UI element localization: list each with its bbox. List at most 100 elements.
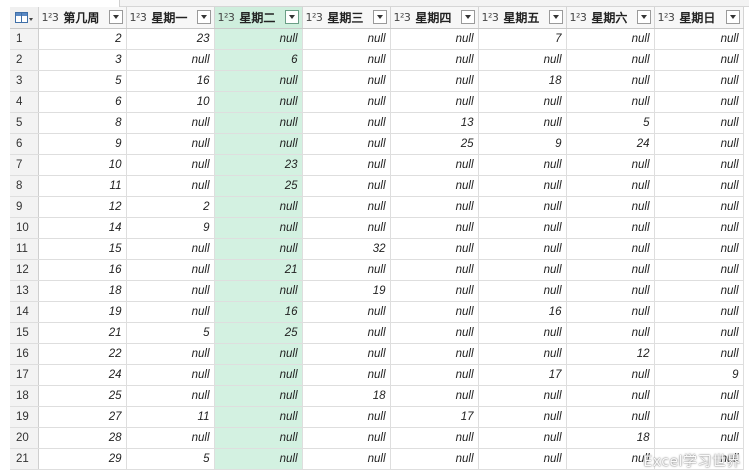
table-cell[interactable]: null (214, 112, 303, 134)
table-cell[interactable]: null (214, 70, 303, 92)
table-cell[interactable]: null (302, 112, 391, 134)
row-number[interactable]: 13 (10, 280, 39, 302)
table-cell[interactable]: 3 (38, 49, 127, 71)
table-cell[interactable]: null (302, 28, 391, 50)
table-cell[interactable]: null (478, 49, 567, 71)
table-cell[interactable]: null (214, 427, 303, 449)
table-cell[interactable]: 27 (38, 406, 127, 428)
table-cell[interactable]: null (654, 133, 744, 155)
table-cell[interactable]: null (566, 49, 655, 71)
table-cell[interactable]: null (478, 238, 567, 260)
row-number[interactable]: 3 (10, 70, 39, 92)
table-cell[interactable]: 6 (38, 91, 127, 113)
filter-dropdown-button[interactable] (548, 10, 563, 24)
table-cell[interactable]: 9 (126, 217, 215, 239)
column-header-1[interactable]: 1²3 第几周 (38, 7, 127, 29)
table-cell[interactable]: 10 (126, 91, 215, 113)
table-cell[interactable]: 19 (302, 280, 391, 302)
column-header-3[interactable]: 1²3 星期二 (214, 7, 303, 29)
table-cell[interactable]: 23 (214, 154, 303, 176)
column-header-4[interactable]: 1²3 星期三 (302, 7, 391, 29)
table-cell[interactable]: null (390, 49, 479, 71)
table-cell[interactable]: null (390, 91, 479, 113)
table-cell[interactable]: 8 (38, 112, 127, 134)
table-cell[interactable]: null (654, 427, 744, 449)
table-cell[interactable]: null (214, 28, 303, 50)
table-cell[interactable]: 25 (38, 385, 127, 407)
table-cell[interactable]: null (302, 448, 391, 470)
table-cell[interactable]: null (126, 280, 215, 302)
table-cell[interactable]: 10 (38, 154, 127, 176)
table-cell[interactable]: null (654, 448, 744, 470)
table-cell[interactable]: null (390, 238, 479, 260)
table-cell[interactable]: 24 (38, 364, 127, 386)
table-cell[interactable]: null (302, 301, 391, 323)
table-cell[interactable]: null (478, 259, 567, 281)
table-cell[interactable]: null (214, 448, 303, 470)
table-cell[interactable]: null (654, 28, 744, 50)
table-cell[interactable]: 2 (38, 28, 127, 50)
table-cell[interactable]: null (478, 427, 567, 449)
table-cell[interactable]: null (390, 427, 479, 449)
table-cell[interactable]: null (390, 385, 479, 407)
table-cell[interactable]: 16 (478, 301, 567, 323)
filter-dropdown-button[interactable] (636, 10, 651, 24)
table-cell[interactable]: null (302, 217, 391, 239)
filter-dropdown-button[interactable] (372, 10, 387, 24)
row-number[interactable]: 8 (10, 175, 39, 197)
table-cell[interactable]: null (654, 301, 744, 323)
table-cell[interactable]: null (478, 448, 567, 470)
table-cell[interactable]: 5 (126, 322, 215, 344)
table-cell[interactable]: null (566, 91, 655, 113)
table-cell[interactable]: null (302, 322, 391, 344)
table-cell[interactable]: null (390, 343, 479, 365)
number-type-icon[interactable]: 1²3 (658, 11, 675, 24)
table-cell[interactable]: null (478, 385, 567, 407)
row-number[interactable]: 12 (10, 259, 39, 281)
table-cell[interactable]: null (214, 280, 303, 302)
table-cell[interactable]: 25 (214, 175, 303, 197)
table-cell[interactable]: null (566, 448, 655, 470)
row-number[interactable]: 16 (10, 343, 39, 365)
table-cell[interactable]: null (302, 343, 391, 365)
table-cell[interactable]: 2 (126, 196, 215, 218)
row-number[interactable]: 4 (10, 91, 39, 113)
table-cell[interactable]: null (566, 196, 655, 218)
column-header-7[interactable]: 1²3 星期六 (566, 7, 655, 29)
table-cell[interactable]: null (302, 406, 391, 428)
table-cell[interactable]: 9 (478, 133, 567, 155)
table-cell[interactable]: null (390, 364, 479, 386)
table-cell[interactable]: null (654, 406, 744, 428)
row-number[interactable]: 18 (10, 385, 39, 407)
column-header-8[interactable]: 1²3 星期日 (654, 7, 744, 29)
table-cell[interactable]: 25 (214, 322, 303, 344)
table-cell[interactable]: 29 (38, 448, 127, 470)
filter-dropdown-button[interactable] (725, 10, 740, 24)
table-cell[interactable]: null (302, 196, 391, 218)
table-cell[interactable]: null (566, 406, 655, 428)
table-cell[interactable]: null (566, 259, 655, 281)
table-cell[interactable]: 6 (214, 49, 303, 71)
table-cell[interactable]: null (302, 364, 391, 386)
table-cell[interactable]: 18 (478, 70, 567, 92)
table-cell[interactable]: 19 (38, 301, 127, 323)
table-cell[interactable]: 25 (390, 133, 479, 155)
table-cell[interactable]: 21 (38, 322, 127, 344)
table-cell[interactable]: null (478, 112, 567, 134)
table-cell[interactable]: 32 (302, 238, 391, 260)
filter-dropdown-button[interactable] (108, 10, 123, 24)
table-cell[interactable]: null (478, 406, 567, 428)
table-cell[interactable]: 15 (38, 238, 127, 260)
table-cell[interactable]: 7 (478, 28, 567, 50)
table-cell[interactable]: null (126, 238, 215, 260)
table-cell[interactable]: null (302, 91, 391, 113)
top-tab[interactable] (0, 0, 120, 7)
row-number[interactable]: 20 (10, 427, 39, 449)
table-cell[interactable]: null (214, 364, 303, 386)
table-cell[interactable]: null (302, 427, 391, 449)
row-number[interactable]: 14 (10, 301, 39, 323)
table-cell[interactable]: 11 (38, 175, 127, 197)
number-type-icon[interactable]: 1²3 (394, 11, 411, 24)
table-cell[interactable]: null (478, 322, 567, 344)
number-type-icon[interactable]: 1²3 (482, 11, 499, 24)
